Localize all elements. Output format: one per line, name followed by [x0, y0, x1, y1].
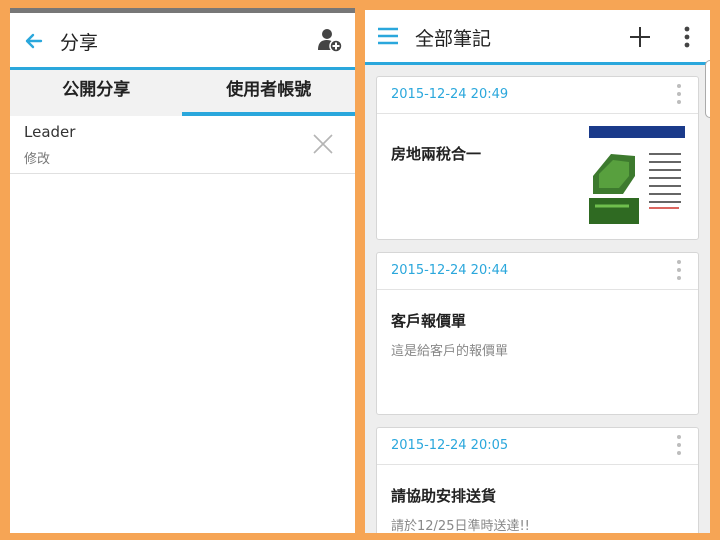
page-title: 分享: [60, 32, 99, 54]
note-header: 2015-12-24 20:49: [377, 77, 698, 114]
share-permission: 修改: [24, 152, 51, 167]
share-user-name: Leader: [24, 123, 76, 141]
note-thumbnail: [589, 126, 685, 224]
header-divider: [365, 62, 710, 65]
more-vertical-icon[interactable]: [675, 259, 683, 281]
more-vertical-icon[interactable]: [675, 434, 683, 456]
share-panel: 分享 公開分享 使用者帳號 Leader 修改: [10, 8, 355, 533]
note-title: 請協助安排送貨: [391, 487, 497, 505]
note-title: 房地兩稅合一: [391, 145, 482, 163]
hamburger-menu-icon[interactable]: [377, 27, 399, 45]
share-header: 分享: [10, 13, 355, 67]
note-card[interactable]: 2015-12-24 20:49 房地兩稅合一: [376, 76, 699, 240]
notes-header: 全部筆記: [365, 10, 710, 62]
more-vertical-icon[interactable]: [675, 83, 683, 105]
note-body: 請於12/25日準時送達!!: [391, 519, 530, 533]
note-header: 2015-12-24 20:05: [377, 428, 698, 465]
list-item[interactable]: Leader 修改: [10, 114, 355, 174]
add-user-icon[interactable]: [317, 27, 343, 53]
page-title: 全部筆記: [415, 28, 492, 50]
tab-user-accounts[interactable]: 使用者帳號: [183, 70, 356, 116]
arrow-left-icon[interactable]: [22, 30, 44, 52]
tab-bar: 公開分享 使用者帳號: [10, 70, 355, 116]
note-date: 2015-12-24 20:44: [391, 263, 509, 278]
tab-public-share[interactable]: 公開分享: [10, 70, 183, 116]
notes-panel: 全部筆記 2015-12-24 20:49 房地兩稅合一 2015-12-24 …: [365, 10, 710, 533]
more-vertical-icon[interactable]: [679, 26, 695, 48]
note-title: 客戶報價單: [391, 312, 467, 330]
side-handle[interactable]: [705, 60, 710, 118]
note-header: 2015-12-24 20:44: [377, 253, 698, 290]
note-card[interactable]: 2015-12-24 20:44 客戶報價單 這是給客戶的報價單: [376, 252, 699, 415]
close-icon[interactable]: [311, 132, 335, 156]
note-date: 2015-12-24 20:05: [391, 438, 509, 453]
note-card[interactable]: 2015-12-24 20:05 請協助安排送貨 請於12/25日準時送達!!: [376, 427, 699, 533]
plus-icon[interactable]: [629, 26, 651, 48]
note-date: 2015-12-24 20:49: [391, 87, 509, 102]
note-body: 這是給客戶的報價單: [391, 344, 509, 359]
